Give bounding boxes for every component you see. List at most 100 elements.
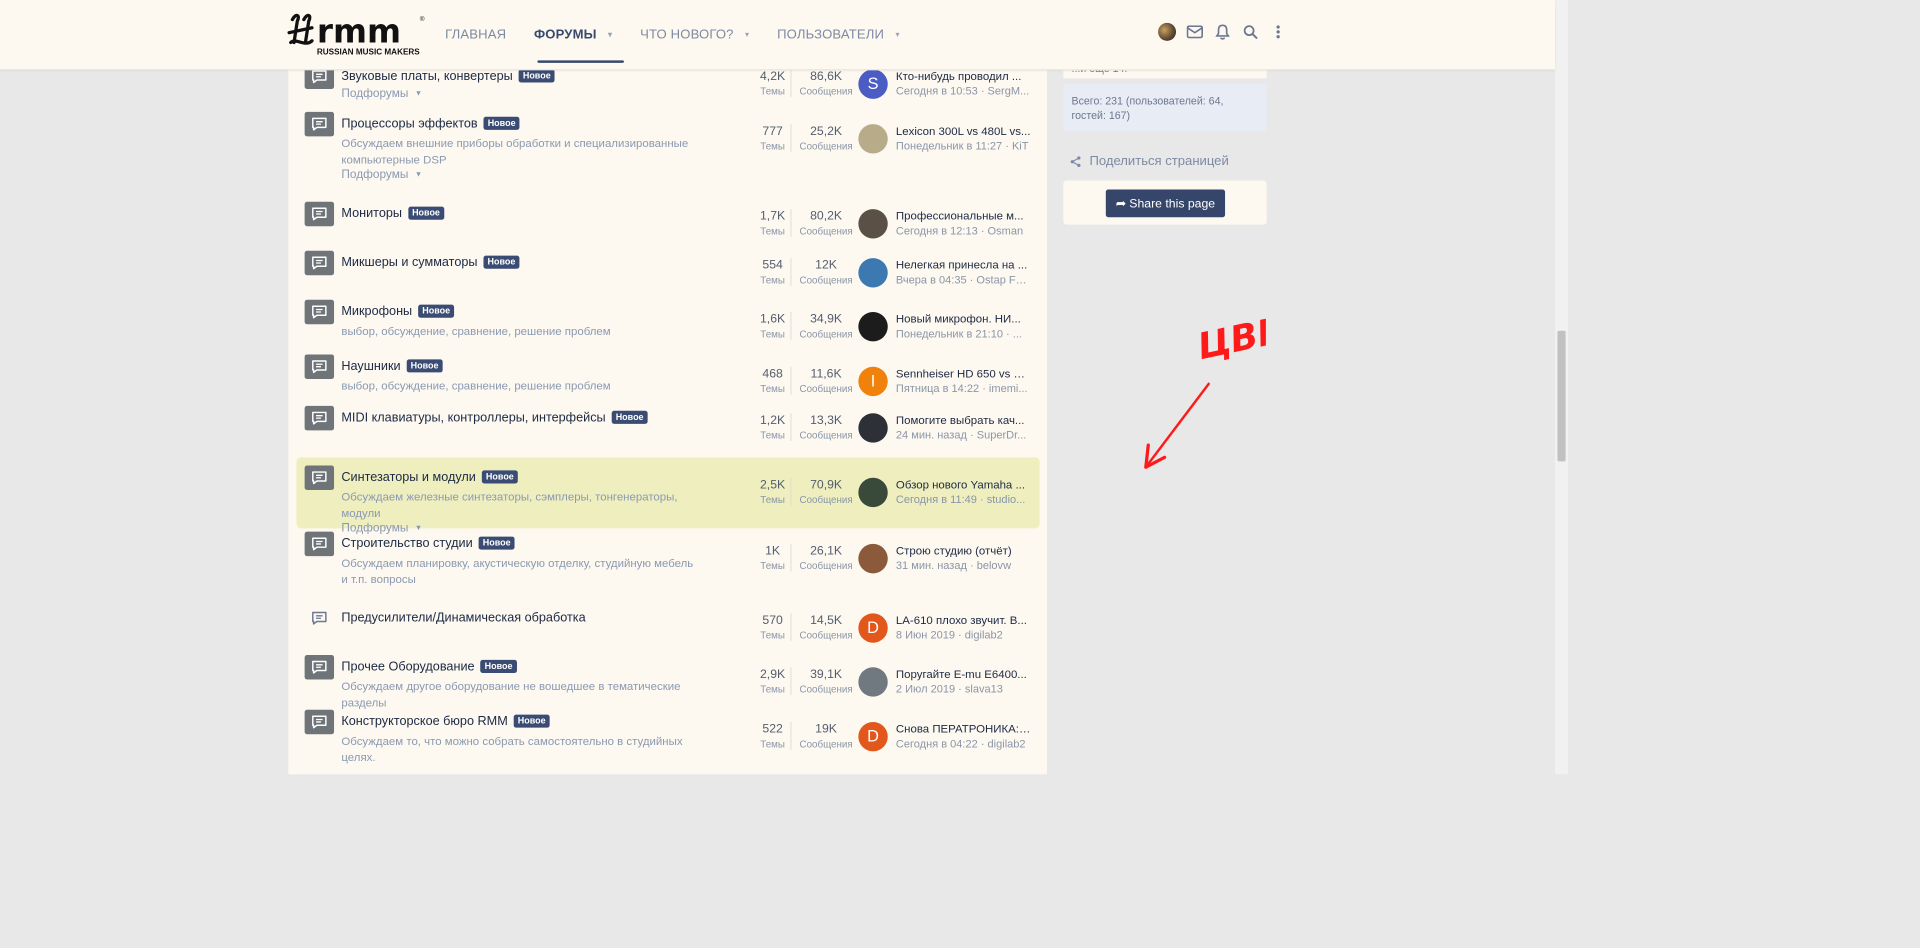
forum-title[interactable]: MIDI клавиатуры, контроллеры, интерфейсы… <box>341 410 648 426</box>
messages-stat: 11,6K Сообщения <box>790 366 861 395</box>
last-thread-title[interactable]: Кто-нибудь проводил ... <box>896 69 1031 82</box>
mail-icon[interactable] <box>1186 23 1204 41</box>
forum-title-text: Строительство студии <box>341 536 473 551</box>
forum-row: MIDI клавиатуры, контроллеры, интерфейсы… <box>296 404 1039 451</box>
last-thread-title[interactable]: Новый микрофон. НИ... <box>896 312 1031 325</box>
forum-icon[interactable] <box>304 201 335 227</box>
share-card: ➦ Share this page <box>1063 180 1267 225</box>
chevron-down-icon[interactable]: ▾ <box>608 30 612 39</box>
avatar-letter: I <box>870 372 876 390</box>
search-icon[interactable] <box>1241 23 1259 41</box>
forum-title[interactable]: Процессоры эффектов Новое <box>341 116 520 132</box>
forum-title[interactable]: Наушники Новое <box>341 359 443 374</box>
forum-icon[interactable] <box>304 299 335 325</box>
forum-title[interactable]: Звуковые платы, конвертеры Новое <box>341 69 555 84</box>
nav-item-1[interactable]: ФОРУМЫ ▾ <box>526 0 624 69</box>
last-post-meta[interactable]: Понедельник в 11:27 · KiT <box>896 140 1031 152</box>
forum-title[interactable]: Конструкторское бюро RMM Новое <box>341 714 550 730</box>
last-thread-title[interactable]: Обзор нового Yamaha ... <box>896 478 1031 491</box>
last-post-meta[interactable]: 8 Июн 2019 · digilab2 <box>896 629 1031 641</box>
last-post-meta[interactable]: Пятница в 14:22 · imemi... <box>896 382 1031 394</box>
forum-icon[interactable] <box>304 654 335 680</box>
messages-label: Сообщения <box>799 629 853 642</box>
site-header: rmm ® RUSSIAN MUSIC MAKERS ГЛАВНАЯ ФОРУМЫ… <box>0 0 1555 71</box>
more-vertical-icon[interactable] <box>1269 23 1287 41</box>
last-thread-title[interactable]: Помогите выбрать кач... <box>896 413 1031 426</box>
forum-icon[interactable] <box>304 250 335 276</box>
last-poster-avatar[interactable]: I <box>858 366 888 397</box>
forum-title[interactable]: Строительство студии Новое <box>341 536 515 552</box>
last-thread-title[interactable]: Строю студию (отчёт) <box>896 544 1031 557</box>
last-thread-title[interactable]: Lexicon 300L vs 480L vs... <box>896 124 1031 137</box>
last-post-meta[interactable]: 24 мин. назад · SuperDr... <box>896 429 1031 441</box>
forum-icon[interactable] <box>304 709 335 735</box>
last-poster-avatar[interactable] <box>858 543 888 574</box>
last-post-meta[interactable]: Сегодня в 12:13 · Osman <box>896 225 1031 237</box>
forum-title[interactable]: Микрофоны Новое <box>341 304 455 320</box>
forum-title[interactable]: Мониторы Новое <box>341 206 445 222</box>
messages-stat: 39,1K Сообщения <box>790 667 861 696</box>
scrollbar-thumb[interactable] <box>1557 330 1566 462</box>
chevron-down-icon[interactable]: ▾ <box>895 30 899 39</box>
forum-icon[interactable] <box>304 111 335 137</box>
share-page-button[interactable]: ➦ Share this page <box>1105 189 1226 218</box>
site-logo[interactable]: rmm ® RUSSIAN MUSIC MAKERS <box>287 10 426 59</box>
forum-icon[interactable] <box>304 465 335 491</box>
forum-icon[interactable] <box>304 405 335 431</box>
new-badge: Новое <box>481 470 518 484</box>
user-avatar-button[interactable] <box>1158 22 1177 41</box>
forum-title[interactable]: Прочее Оборудование Новое <box>341 659 517 675</box>
last-thread-title[interactable]: Нелегкая принесла на ... <box>896 258 1031 271</box>
last-post-meta[interactable]: Сегодня в 11:49 · studio... <box>896 493 1031 505</box>
subforums-toggle[interactable]: Подфорумы ▼ <box>341 87 422 100</box>
bell-icon[interactable] <box>1214 23 1232 41</box>
nav-item-0[interactable]: ГЛАВНАЯ <box>437 0 514 69</box>
forum-row: Синтезаторы и модули Новое Обсуждаем желе… <box>296 457 1040 535</box>
last-thread-title[interactable]: Sennheiser HD 650 vs H... <box>896 367 1031 380</box>
forum-title[interactable]: Микшеры и сумматоры Новое <box>341 255 520 271</box>
last-post-meta[interactable]: Понедельник в 21:10 · ... <box>896 327 1031 339</box>
last-thread-title[interactable]: Поругайте E-mu E6400... <box>896 667 1031 680</box>
last-thread-title[interactable]: Снова ПЕРАТРОНИКА: ... <box>896 722 1031 735</box>
nav-item-3[interactable]: ПОЛЬЗОВАТЕЛИ ▾ <box>769 0 908 69</box>
chevron-down-icon: ▼ <box>414 169 423 179</box>
forum-row: Микрофоны Новое выбор, обсуждение, сравне… <box>296 298 1039 345</box>
avatar-letter: D <box>867 618 879 637</box>
messages-count: 86,6K <box>810 69 843 84</box>
messages-count: 14,5K <box>810 613 843 628</box>
last-poster-avatar[interactable] <box>858 477 888 508</box>
last-poster-avatar[interactable] <box>858 311 888 342</box>
forum-title[interactable]: Синтезаторы и модули Новое <box>341 470 518 485</box>
logo-subtitle: RUSSIAN MUSIC MAKERS <box>317 48 420 57</box>
last-poster-avatar[interactable] <box>858 413 888 443</box>
last-poster-avatar[interactable] <box>858 209 888 239</box>
last-post-meta[interactable]: Вчера в 04:35 · Ostap Fe... <box>896 274 1031 286</box>
last-thread-title[interactable]: LA-610 плохо звучит. В... <box>896 613 1031 626</box>
chevron-down-icon: ▼ <box>414 89 423 98</box>
forum-icon[interactable] <box>304 531 335 557</box>
last-post-meta[interactable]: Сегодня в 10:53 · SergM... <box>896 85 1031 97</box>
nav-item-2[interactable]: ЧТО НОВОГО? ▾ <box>632 0 758 69</box>
last-post-meta[interactable]: Сегодня в 04:22 · digilab2 <box>896 737 1031 749</box>
forum-description: выбор, обсуждение, сравнение, решение пр… <box>341 378 611 393</box>
last-poster-avatar[interactable]: D <box>858 721 888 752</box>
messages-label: Сообщения <box>799 328 853 340</box>
subforums-toggle[interactable]: Подфорумы ▼ <box>341 168 422 181</box>
header-tools <box>1158 22 1287 41</box>
last-poster-avatar[interactable] <box>858 124 888 154</box>
forum-title-text: Звуковые платы, конвертеры <box>341 69 513 84</box>
messages-count: 25,2K <box>810 124 843 139</box>
last-post-meta[interactable]: 2 Июл 2019 · slava13 <box>896 683 1031 695</box>
last-post-meta[interactable]: 31 мин. назад · belovw <box>896 559 1031 571</box>
chevron-down-icon[interactable]: ▾ <box>745 30 749 39</box>
last-poster-avatar[interactable]: D <box>858 613 888 643</box>
forum-title[interactable]: Предусилители/Динамическая обработка <box>341 611 585 626</box>
forum-icon[interactable] <box>304 354 335 379</box>
last-poster-avatar[interactable] <box>858 667 888 697</box>
forum-icon[interactable] <box>305 606 334 631</box>
forum-title-text: Наушники <box>341 359 401 374</box>
forum-description: Обсуждаем планировку, акустическую отдел… <box>341 556 694 586</box>
last-thread-title[interactable]: Профессиональные м... <box>896 209 1031 222</box>
last-poster-avatar[interactable] <box>858 258 888 288</box>
last-poster-avatar[interactable]: S <box>858 69 888 99</box>
